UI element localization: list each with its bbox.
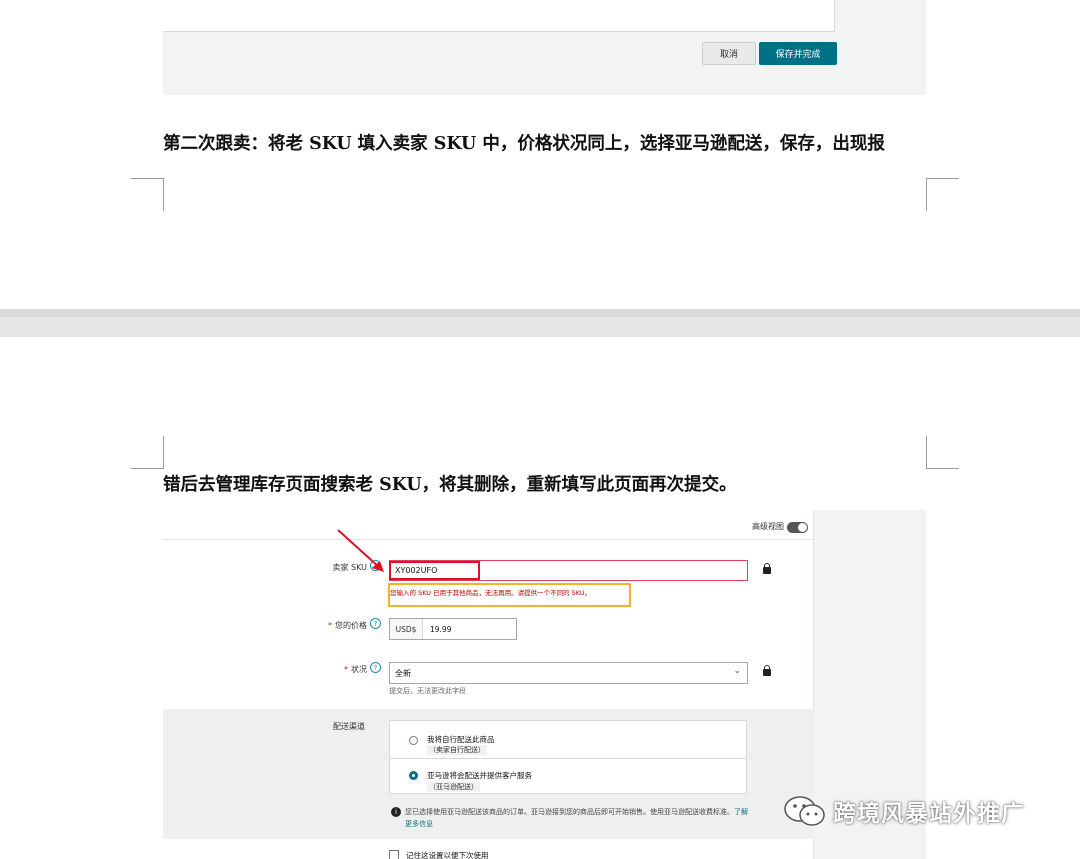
sku-error-message: 您输入的 SKU 已用于其他商品，无法再用。请提供一个不同的 SKU。 <box>390 589 592 597</box>
shipping-options-box: 我将自行配送此商品 （卖家自行配送） 亚马逊将会配送并提供客户服务 （亚马逊配送… <box>389 720 747 794</box>
fba-info-text: 您已选择使用亚马逊配送该商品的订单。亚马逊接到您的商品后即可开始销售。使用亚马逊… <box>405 806 750 830</box>
watermark-text: 跨境风暴站外推广 <box>833 801 1025 827</box>
price-value: 19.99 <box>430 625 452 634</box>
lock-icon <box>763 665 771 676</box>
advanced-view-bar: 高级视图 <box>163 510 814 540</box>
advanced-view-toggle[interactable] <box>787 522 808 533</box>
option-amazon-fulfilled-sub: （亚马逊配送） <box>427 782 480 792</box>
save-and-finish-button[interactable]: 保存并完成 <box>759 42 837 65</box>
wechat-icon <box>784 796 825 826</box>
condition-label-text: 状况 <box>351 665 367 674</box>
radio-merchant-fulfilled[interactable] <box>409 736 418 745</box>
required-asterisk: * <box>328 621 332 630</box>
crop-mark <box>926 178 927 211</box>
lock-icon <box>763 563 771 574</box>
remember-settings-checkbox[interactable] <box>389 850 399 859</box>
crop-mark <box>131 178 163 179</box>
crop-mark <box>927 468 959 469</box>
currency-label: USD$ <box>390 619 423 639</box>
cancel-button[interactable]: 取消 <box>702 42 756 65</box>
info-icon: i <box>391 807 401 817</box>
required-asterisk: * <box>344 665 348 674</box>
help-icon[interactable]: ? <box>370 618 381 629</box>
advanced-view-label: 高级视图 <box>752 522 784 531</box>
crop-mark <box>163 436 164 469</box>
chevron-down-icon: ⌄ <box>733 666 741 676</box>
option-merchant-fulfilled: 我将自行配送此商品 <box>427 735 495 744</box>
paragraph-2: 错后去管理库存页面搜索老 SKU，将其删除，重新填写此页面再次提交。 <box>163 475 737 495</box>
radio-amazon-fulfilled[interactable] <box>409 771 418 780</box>
crop-mark <box>926 436 927 469</box>
condition-note: 提交后，无法更改此字段 <box>389 687 466 695</box>
remember-settings-label: 记住这设置以便下次使用 <box>406 851 489 859</box>
crop-mark <box>927 178 959 179</box>
paragraph-1: 第二次跟卖：将老 SKU 填入卖家 SKU 中，价格状况同上，选择亚马逊配送，保… <box>163 134 885 154</box>
fba-info-body: 您已选择使用亚马逊配送该商品的订单。亚马逊接到您的商品后即可开始销售。使用亚马逊… <box>405 808 734 816</box>
divider <box>390 758 746 759</box>
price-label-text: 您的价格 <box>335 621 367 630</box>
red-arrow-annotation <box>337 529 384 572</box>
option-amazon-fulfilled: 亚马逊将会配送并提供客户服务 <box>427 771 532 780</box>
condition-label: * 状况 <box>303 664 367 675</box>
option-merchant-fulfilled-sub: （卖家自行配送） <box>427 745 487 755</box>
price-input[interactable]: USD$ 19.99 <box>389 618 517 640</box>
shipping-channel-label: 配送渠道 <box>333 722 365 731</box>
form-card: 高级视图 卖家 SKU ? XY002UFO 您输入的 SKU 已用于其他商品，… <box>163 510 814 859</box>
crop-mark <box>131 468 163 469</box>
help-icon[interactable]: ? <box>370 662 381 673</box>
watermark: 跨境风暴站外推广 <box>783 793 1048 829</box>
top-screenshot: 取消 保存并完成 <box>163 0 926 95</box>
sku-highlight-box <box>389 561 480 580</box>
page-gap <box>0 309 1080 337</box>
crop-mark <box>163 178 164 211</box>
condition-select[interactable]: 全新 ⌄ <box>389 662 748 684</box>
form-card-top <box>163 0 835 32</box>
price-label: * 您的价格 <box>303 620 367 631</box>
condition-value: 全新 <box>395 669 411 678</box>
